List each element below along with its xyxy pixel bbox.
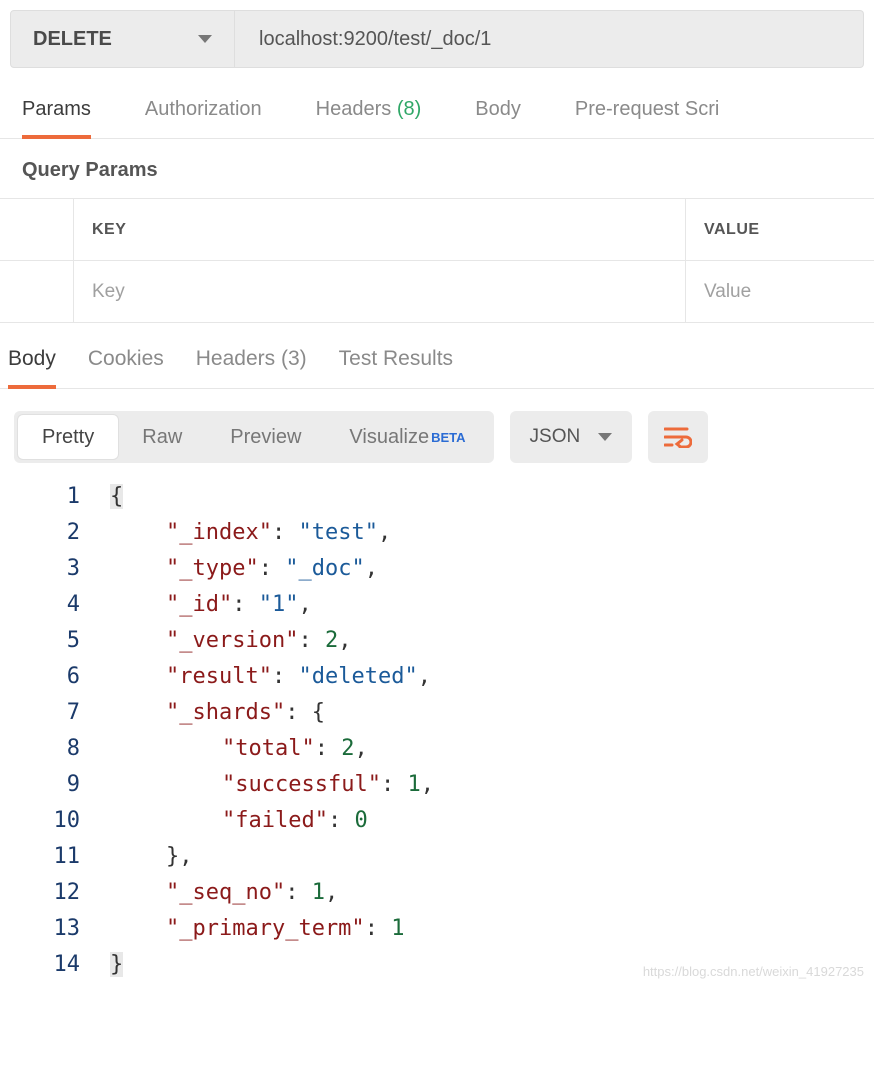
tab-body[interactable]: Body <box>475 98 521 138</box>
chevron-down-icon <box>198 35 212 43</box>
resp-tab-cookies[interactable]: Cookies <box>88 347 164 388</box>
line-number: 7 <box>0 695 110 731</box>
line-number: 3 <box>0 551 110 587</box>
view-mode-group: Pretty Raw Preview Visualize BETA <box>14 411 494 463</box>
watermark-text: https://blog.csdn.net/weixin_41927235 <box>643 964 864 979</box>
code-text: { <box>110 479 123 515</box>
view-raw[interactable]: Raw <box>118 415 206 459</box>
request-url-text: localhost:9200/test/_doc/1 <box>259 28 491 51</box>
beta-badge: BETA <box>431 430 465 445</box>
code-text: "_id": "1", <box>110 587 312 623</box>
line-number: 12 <box>0 875 110 911</box>
line-number: 5 <box>0 623 110 659</box>
code-text: "failed": 0 <box>110 803 368 839</box>
resp-tab-headers[interactable]: Headers (3) <box>196 347 307 388</box>
http-method-label: DELETE <box>33 28 112 51</box>
line-number: 8 <box>0 731 110 767</box>
line-number: 14 <box>0 947 110 983</box>
table-row: Key Value <box>0 261 874 323</box>
code-text: "_type": "_doc", <box>110 551 378 587</box>
wrap-lines-button[interactable] <box>648 411 708 463</box>
resp-tab-headers-label: Headers <box>196 347 275 370</box>
resp-tab-headers-count: (3) <box>281 347 307 370</box>
view-visualize[interactable]: Visualize BETA <box>325 415 489 459</box>
code-text: }, <box>110 839 193 875</box>
request-tabs: Params Authorization Headers (8) Body Pr… <box>0 68 874 139</box>
response-body-editor[interactable]: 1{ 2"_index": "test", 3"_type": "_doc", … <box>0 475 874 983</box>
param-value-input[interactable]: Value <box>686 261 874 322</box>
row-gutter <box>0 261 74 322</box>
table-header-row: KEY VALUE <box>0 199 874 261</box>
line-number: 6 <box>0 659 110 695</box>
tab-headers-count: (8) <box>397 98 421 120</box>
query-params-table: KEY VALUE Key Value <box>0 198 874 323</box>
view-pretty[interactable]: Pretty <box>18 415 118 459</box>
code-text: "_index": "test", <box>110 515 391 551</box>
line-number: 10 <box>0 803 110 839</box>
request-bar: DELETE localhost:9200/test/_doc/1 <box>0 0 874 68</box>
code-text: "result": "deleted", <box>110 659 431 695</box>
format-select[interactable]: JSON <box>510 411 633 463</box>
line-number: 11 <box>0 839 110 875</box>
tab-headers-label: Headers <box>316 98 392 120</box>
chevron-down-icon <box>598 433 612 441</box>
format-label: JSON <box>530 426 581 448</box>
code-text: } <box>110 947 123 983</box>
code-text: "_shards": { <box>110 695 325 731</box>
view-preview[interactable]: Preview <box>206 415 325 459</box>
wrap-icon <box>664 426 692 448</box>
query-params-title: Query Params <box>0 139 874 198</box>
http-method-select[interactable]: DELETE <box>10 10 235 68</box>
col-header-value: VALUE <box>686 199 874 260</box>
tab-prerequest[interactable]: Pre-request Scri <box>575 98 720 138</box>
response-tabs: Body Cookies Headers (3) Test Results <box>0 323 874 389</box>
param-key-input[interactable]: Key <box>74 261 686 322</box>
line-number: 4 <box>0 587 110 623</box>
resp-tab-body[interactable]: Body <box>8 347 56 389</box>
code-text: "total": 2, <box>110 731 368 767</box>
view-visualize-label: Visualize <box>349 426 429 449</box>
tab-authorization[interactable]: Authorization <box>145 98 262 138</box>
resp-tab-tests[interactable]: Test Results <box>339 347 453 388</box>
tab-params[interactable]: Params <box>22 98 91 139</box>
line-number: 13 <box>0 911 110 947</box>
row-gutter <box>0 199 74 260</box>
response-view-bar: Pretty Raw Preview Visualize BETA JSON <box>0 389 874 475</box>
code-text: "successful": 1, <box>110 767 434 803</box>
code-text: "_version": 2, <box>110 623 351 659</box>
code-text: "_primary_term": 1 <box>110 911 404 947</box>
line-number: 2 <box>0 515 110 551</box>
col-header-key: KEY <box>74 199 686 260</box>
request-url-input[interactable]: localhost:9200/test/_doc/1 <box>235 10 864 68</box>
code-text: "_seq_no": 1, <box>110 875 338 911</box>
line-number: 9 <box>0 767 110 803</box>
tab-headers[interactable]: Headers (8) <box>316 98 422 138</box>
line-number: 1 <box>0 479 110 515</box>
